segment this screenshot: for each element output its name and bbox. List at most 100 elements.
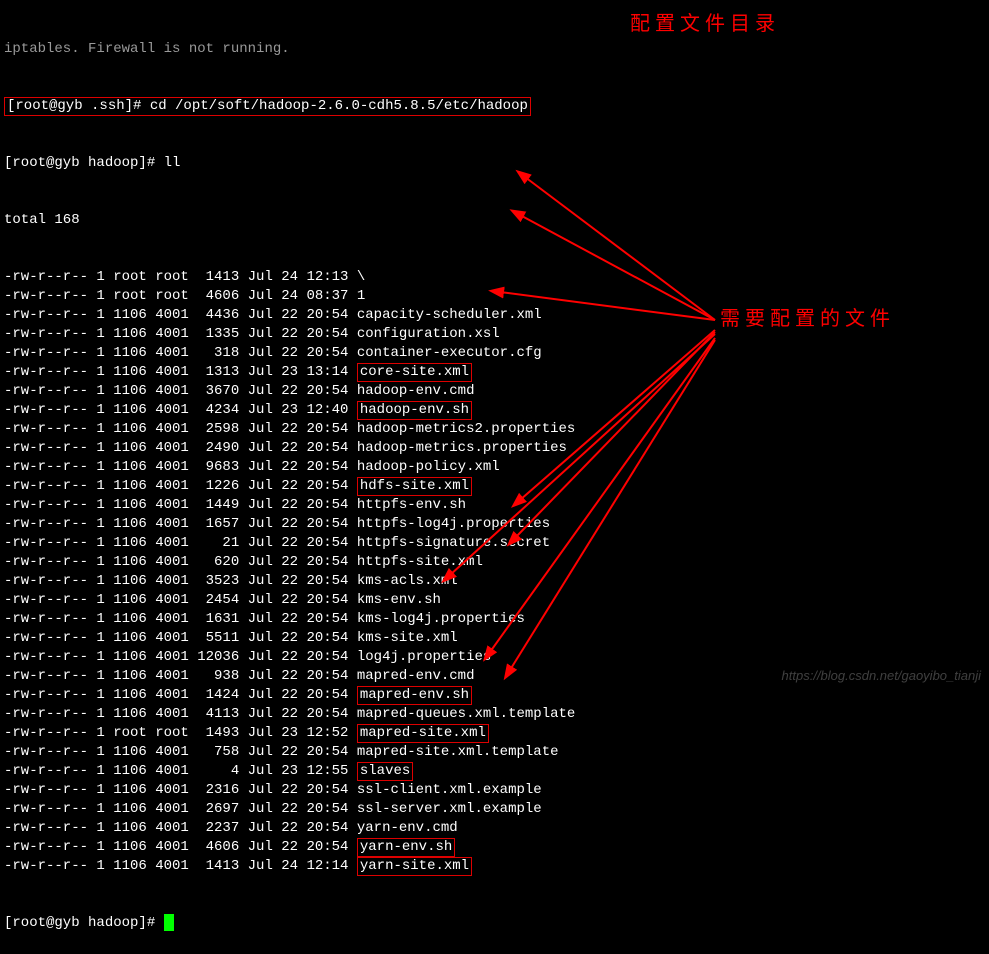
file-meta: -rw-r--r-- 1 1106 4001 21 Jul 22 20:54 [4,535,357,551]
file-name: slaves [357,762,413,781]
file-name: log4j.properties [357,649,491,665]
file-meta: -rw-r--r-- 1 1106 4001 3670 Jul 22 20:54 [4,383,357,399]
file-row: -rw-r--r-- 1 root root 4606 Jul 24 08:37… [4,287,985,306]
file-meta: -rw-r--r-- 1 1106 4001 2454 Jul 22 20:54 [4,592,357,608]
annotation-files-to-configure: 需要配置的文件 [720,310,895,329]
cursor[interactable] [164,914,174,931]
file-row: -rw-r--r-- 1 1106 4001 3670 Jul 22 20:54… [4,382,985,401]
file-name: yarn-site.xml [357,857,472,876]
file-name: mapred-site.xml.template [357,744,559,760]
file-meta: -rw-r--r-- 1 1106 4001 758 Jul 22 20:54 [4,744,357,760]
file-meta: -rw-r--r-- 1 1106 4001 1226 Jul 22 20:54 [4,478,357,494]
file-row: -rw-r--r-- 1 1106 4001 1226 Jul 22 20:54… [4,477,985,496]
file-meta: -rw-r--r-- 1 1106 4001 2697 Jul 22 20:54 [4,801,357,817]
file-name: httpfs-site.xml [357,554,483,570]
file-row: -rw-r--r-- 1 1106 4001 1313 Jul 23 13:14… [4,363,985,382]
file-name: 1 [357,288,365,304]
file-meta: -rw-r--r-- 1 1106 4001 5511 Jul 22 20:54 [4,630,357,646]
file-row: -rw-r--r-- 1 1106 4001 4 Jul 23 12:55 sl… [4,762,985,781]
file-name: hadoop-env.sh [357,401,472,420]
file-name: yarn-env.sh [357,838,455,857]
file-row: -rw-r--r-- 1 root root 1493 Jul 23 12:52… [4,724,985,743]
file-row: -rw-r--r-- 1 root root 1413 Jul 24 12:13… [4,268,985,287]
file-name: kms-site.xml [357,630,458,646]
prompt-line-1: [root@gyb .ssh]# cd /opt/soft/hadoop-2.6… [4,97,985,116]
file-meta: -rw-r--r-- 1 1106 4001 4234 Jul 23 12:40 [4,402,357,418]
file-meta: -rw-r--r-- 1 1106 4001 2490 Jul 22 20:54 [4,440,357,456]
file-meta: -rw-r--r-- 1 1106 4001 1424 Jul 22 20:54 [4,687,357,703]
file-row: -rw-r--r-- 1 1106 4001 1631 Jul 22 20:54… [4,610,985,629]
file-row: -rw-r--r-- 1 1106 4001 620 Jul 22 20:54 … [4,553,985,572]
file-row: -rw-r--r-- 1 1106 4001 318 Jul 22 20:54 … [4,344,985,363]
prompt-line-3[interactable]: [root@gyb hadoop]# [4,914,985,933]
file-row: -rw-r--r-- 1 1106 4001 21 Jul 22 20:54 h… [4,534,985,553]
file-name: capacity-scheduler.xml [357,307,542,323]
terminal-output[interactable]: iptables. Firewall is not running. [root… [0,0,989,954]
file-meta: -rw-r--r-- 1 1106 4001 318 Jul 22 20:54 [4,345,357,361]
file-meta: -rw-r--r-- 1 1106 4001 1631 Jul 22 20:54 [4,611,357,627]
file-meta: -rw-r--r-- 1 1106 4001 2598 Jul 22 20:54 [4,421,357,437]
file-meta: -rw-r--r-- 1 root root 1493 Jul 23 12:52 [4,725,357,741]
file-name: container-executor.cfg [357,345,542,361]
file-row: -rw-r--r-- 1 1106 4001 2454 Jul 22 20:54… [4,591,985,610]
total-line: total 168 [4,211,985,230]
file-row: -rw-r--r-- 1 1106 4001 2598 Jul 22 20:54… [4,420,985,439]
file-name: hadoop-env.cmd [357,383,475,399]
watermark: https://blog.csdn.net/gaoyibo_tianji [782,666,981,685]
file-name: httpfs-log4j.properties [357,516,550,532]
file-name: mapred-env.cmd [357,668,475,684]
file-row: -rw-r--r-- 1 1106 4001 2697 Jul 22 20:54… [4,800,985,819]
file-meta: -rw-r--r-- 1 1106 4001 4 Jul 23 12:55 [4,763,357,779]
file-row: -rw-r--r-- 1 1106 4001 3523 Jul 22 20:54… [4,572,985,591]
file-row: -rw-r--r-- 1 1106 4001 1449 Jul 22 20:54… [4,496,985,515]
file-name: kms-env.sh [357,592,441,608]
file-meta: -rw-r--r-- 1 1106 4001 2237 Jul 22 20:54 [4,820,357,836]
file-row: -rw-r--r-- 1 1106 4001 9683 Jul 22 20:54… [4,458,985,477]
file-row: -rw-r--r-- 1 1106 4001 4113 Jul 22 20:54… [4,705,985,724]
file-meta: -rw-r--r-- 1 1106 4001 3523 Jul 22 20:54 [4,573,357,589]
file-meta: -rw-r--r-- 1 root root 4606 Jul 24 08:37 [4,288,357,304]
file-row: -rw-r--r-- 1 1106 4001 4606 Jul 22 20:54… [4,838,985,857]
file-meta: -rw-r--r-- 1 1106 4001 2316 Jul 22 20:54 [4,782,357,798]
file-name: mapred-site.xml [357,724,489,743]
file-row: -rw-r--r-- 1 1106 4001 4234 Jul 23 12:40… [4,401,985,420]
file-row: -rw-r--r-- 1 1106 4001 1424 Jul 22 20:54… [4,686,985,705]
file-meta: -rw-r--r-- 1 1106 4001 1449 Jul 22 20:54 [4,497,357,513]
file-row: -rw-r--r-- 1 1106 4001 2237 Jul 22 20:54… [4,819,985,838]
annotation-config-dir: 配置文件目录 [630,15,780,34]
file-row: -rw-r--r-- 1 1106 4001 2316 Jul 22 20:54… [4,781,985,800]
file-meta: -rw-r--r-- 1 root root 1413 Jul 24 12:13 [4,269,357,285]
file-meta: -rw-r--r-- 1 1106 4001 1313 Jul 23 13:14 [4,364,357,380]
file-name: hadoop-policy.xml [357,459,500,475]
file-name: httpfs-signature.secret [357,535,550,551]
file-name: kms-log4j.properties [357,611,525,627]
file-name: ssl-server.xml.example [357,801,542,817]
file-name: hdfs-site.xml [357,477,472,496]
prompt-line-2: [root@gyb hadoop]# ll [4,154,985,173]
file-name: mapred-env.sh [357,686,472,705]
file-name: configuration.xsl [357,326,500,342]
file-meta: -rw-r--r-- 1 1106 4001 1335 Jul 22 20:54 [4,326,357,342]
file-name: hadoop-metrics2.properties [357,421,575,437]
file-name: core-site.xml [357,363,472,382]
file-meta: -rw-r--r-- 1 1106 4001 1657 Jul 22 20:54 [4,516,357,532]
file-meta: -rw-r--r-- 1 1106 4001 12036 Jul 22 20:5… [4,649,357,665]
file-row: -rw-r--r-- 1 1106 4001 12036 Jul 22 20:5… [4,648,985,667]
file-meta: -rw-r--r-- 1 1106 4001 9683 Jul 22 20:54 [4,459,357,475]
file-name: \ [357,269,365,285]
file-name: hadoop-metrics.properties [357,440,567,456]
file-meta: -rw-r--r-- 1 1106 4001 4436 Jul 22 20:54 [4,307,357,323]
file-row: -rw-r--r-- 1 1106 4001 758 Jul 22 20:54 … [4,743,985,762]
file-name: mapred-queues.xml.template [357,706,575,722]
truncated-line: iptables. Firewall is not running. [4,40,985,59]
file-row: -rw-r--r-- 1 1106 4001 2490 Jul 22 20:54… [4,439,985,458]
file-meta: -rw-r--r-- 1 1106 4001 4113 Jul 22 20:54 [4,706,357,722]
file-row: -rw-r--r-- 1 1106 4001 1413 Jul 24 12:14… [4,857,985,876]
file-name: ssl-client.xml.example [357,782,542,798]
file-meta: -rw-r--r-- 1 1106 4001 620 Jul 22 20:54 [4,554,357,570]
file-name: kms-acls.xml [357,573,458,589]
file-name: yarn-env.cmd [357,820,458,836]
file-row: -rw-r--r-- 1 1106 4001 5511 Jul 22 20:54… [4,629,985,648]
file-meta: -rw-r--r-- 1 1106 4001 1413 Jul 24 12:14 [4,858,357,874]
file-meta: -rw-r--r-- 1 1106 4001 938 Jul 22 20:54 [4,668,357,684]
